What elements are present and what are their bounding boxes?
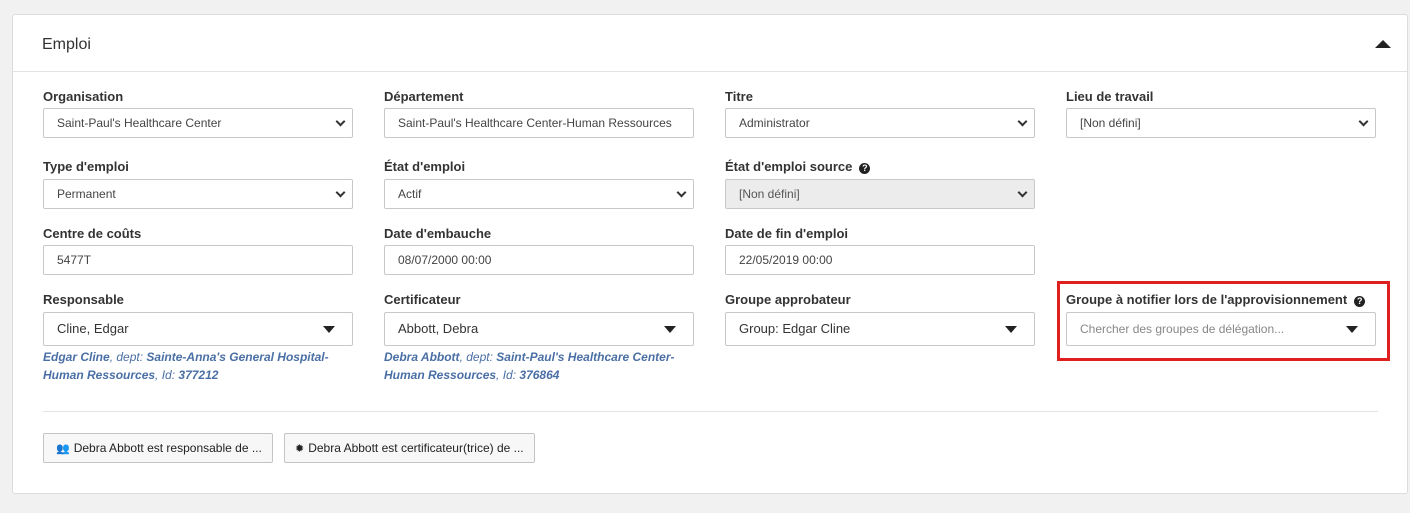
question-circle-icon[interactable]: ? [1354, 296, 1366, 307]
titre-label: Titre [725, 89, 753, 104]
etat-source-select: [Non défini] [725, 179, 1035, 209]
certificateur-de-label: Debra Abbott est certificateur(trice) de… [308, 441, 524, 455]
certificateur-info: Debra Abbott, dept: Saint-Paul's Healthc… [384, 348, 694, 384]
lieu-value: [Non défini] [1080, 116, 1141, 130]
divider [43, 411, 1378, 412]
titre-select[interactable]: Administrator [725, 108, 1035, 138]
date-fin-label: Date de fin d'emploi [725, 226, 848, 241]
field-organisation: Organisation Saint-Paul's Healthcare Cen… [43, 88, 353, 138]
collapse-caret-up-icon[interactable] [1375, 40, 1391, 48]
type-emploi-value: Permanent [57, 187, 116, 201]
organisation-label: Organisation [43, 89, 124, 104]
responsable-info-dept-label: , dept: [109, 350, 144, 364]
responsable-info-id-label: , Id: [155, 368, 176, 382]
field-etat-source: État d'emploi source? [Non défini] [725, 158, 1035, 209]
field-certificateur: Certificateur Abbott, Debra Debra Abbott… [384, 291, 694, 382]
responsable-select[interactable]: Cline, Edgar [43, 312, 353, 346]
certificateur-value: Abbott, Debra [398, 321, 479, 336]
etat-source-label-text: État d'emploi source [725, 159, 853, 174]
type-emploi-select[interactable]: Permanent [43, 179, 353, 209]
panel-header[interactable]: Emploi [13, 15, 1407, 72]
lieu-label: Lieu de travail [1066, 89, 1154, 104]
groupe-notifier-label: Groupe à notifier lors de l'approvisionn… [1066, 291, 1376, 309]
groupe-approbateur-label: Groupe approbateur [725, 292, 851, 307]
responsable-de-button[interactable]: 👥 Debra Abbott est responsable de ... [43, 433, 273, 463]
certificateur-select[interactable]: Abbott, Debra [384, 312, 694, 346]
field-type-emploi: Type d'emploi Permanent [43, 158, 353, 209]
etat-source-label: État d'emploi source? [725, 158, 1035, 176]
date-embauche-value: 08/07/2000 00:00 [398, 253, 492, 267]
certificateur-de-button[interactable]: ✹ Debra Abbott est certificateur(trice) d… [284, 433, 535, 463]
lieu-select[interactable]: [Non défini] [1066, 108, 1376, 138]
groupe-approbateur-value: Group: Edgar Cline [739, 321, 851, 336]
field-date-embauche: Date d'embauche 08/07/2000 00:00 [384, 225, 694, 275]
centre-couts-input[interactable]: 5477T [43, 245, 353, 275]
field-lieu: Lieu de travail [Non défini] [1066, 88, 1376, 138]
etat-emploi-value: Actif [398, 187, 422, 201]
responsable-info: Edgar Cline, dept: Sainte-Anna's General… [43, 348, 353, 384]
certificateur-info-id: 376864 [519, 368, 560, 382]
field-responsable: Responsable Cline, Edgar Edgar Cline, de… [43, 291, 353, 382]
responsable-label: Responsable [43, 292, 124, 307]
field-departement: Département Saint-Paul's Healthcare Cent… [384, 88, 694, 138]
groupe-notifier-label-text: Groupe à notifier lors de l'approvisionn… [1066, 292, 1348, 307]
chevron-down-icon [335, 187, 346, 198]
date-embauche-input[interactable]: 08/07/2000 00:00 [384, 245, 694, 275]
responsable-value: Cline, Edgar [57, 321, 129, 336]
chevron-down-icon [1017, 187, 1028, 198]
panel-title: Emploi [42, 36, 91, 53]
titre-value: Administrator [739, 116, 810, 130]
date-fin-input[interactable]: 22/05/2019 00:00 [725, 245, 1035, 275]
field-etat-emploi: État d'emploi Actif [384, 158, 694, 209]
organisation-select[interactable]: Saint-Paul's Healthcare Center [43, 108, 353, 138]
certificateur-label: Certificateur [384, 292, 461, 307]
etat-emploi-select[interactable]: Actif [384, 179, 694, 209]
caret-down-icon [1346, 326, 1358, 333]
type-emploi-label: Type d'emploi [43, 159, 129, 174]
caret-down-icon [664, 326, 676, 333]
groupe-notifier-select[interactable]: Chercher des groupes de délégation... [1066, 312, 1376, 346]
chevron-down-icon [1358, 116, 1369, 127]
field-titre: Titre Administrator [725, 88, 1035, 138]
field-groupe-notifier: Groupe à notifier lors de l'approvisionn… [1066, 291, 1376, 346]
departement-input[interactable]: Saint-Paul's Healthcare Center-Human Res… [384, 108, 694, 138]
caret-down-icon [323, 326, 335, 333]
departement-value: Saint-Paul's Healthcare Center-Human Res… [398, 116, 672, 130]
field-groupe-approbateur: Groupe approbateur Group: Edgar Cline [725, 291, 1035, 346]
responsable-de-label: Debra Abbott est responsable de ... [73, 441, 262, 455]
departement-label: Département [384, 89, 464, 104]
date-fin-value: 22/05/2019 00:00 [739, 253, 833, 267]
groupe-notifier-placeholder: Chercher des groupes de délégation... [1080, 322, 1285, 336]
certificateur-info-name[interactable]: Debra Abbott [384, 350, 460, 364]
date-embauche-label: Date d'embauche [384, 226, 492, 241]
organisation-value: Saint-Paul's Healthcare Center [57, 116, 222, 130]
chevron-down-icon [676, 187, 687, 198]
groupe-approbateur-select[interactable]: Group: Edgar Cline [725, 312, 1035, 346]
field-centre-couts: Centre de coûts 5477T [43, 225, 353, 275]
responsable-info-name[interactable]: Edgar Cline [43, 350, 110, 364]
centre-couts-value: 5477T [57, 253, 92, 267]
users-icon: 👥 [56, 443, 70, 455]
certificateur-info-dept-label: , dept: [459, 350, 493, 364]
certificateur-info-id-label: , Id: [496, 368, 517, 382]
etat-source-value: [Non défini] [739, 187, 800, 201]
question-circle-icon[interactable]: ? [859, 163, 871, 174]
field-date-fin: Date de fin d'emploi 22/05/2019 00:00 [725, 225, 1035, 275]
chevron-down-icon [335, 116, 346, 127]
centre-couts-label: Centre de coûts [43, 226, 142, 241]
chevron-down-icon [1017, 116, 1028, 127]
responsable-info-id: 377212 [178, 368, 219, 382]
etat-emploi-label: État d'emploi [384, 159, 466, 174]
certificate-icon: ✹ [295, 443, 305, 455]
caret-down-icon [1005, 326, 1017, 333]
